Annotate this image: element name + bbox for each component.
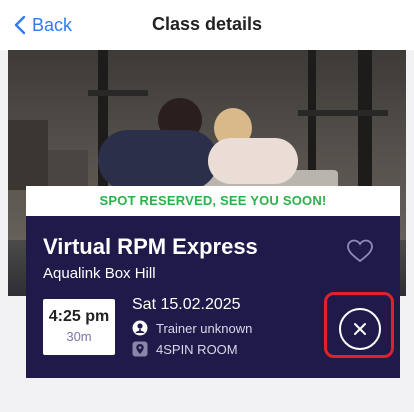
time-box: 4:25 pm 30m (43, 299, 115, 355)
room-row: 4SPIN ROOM (132, 341, 238, 357)
trainer-row: Trainer unknown (132, 320, 252, 336)
class-date: Sat 15.02.2025 (132, 296, 241, 313)
trainer-icon (132, 320, 148, 336)
room-name: 4SPIN ROOM (156, 341, 238, 357)
nav-bar: Back Class details (0, 0, 414, 50)
reservation-banner: SPOT RESERVED, SEE YOU SOON! (26, 186, 400, 216)
class-duration: 30m (66, 329, 92, 344)
class-time: 4:25 pm (48, 308, 110, 325)
trainer-name: Trainer unknown (156, 320, 253, 336)
close-icon (354, 323, 366, 335)
class-card: Virtual RPM Express Aqualink Box Hill 4:… (26, 216, 400, 378)
page-title: Class details (151, 14, 263, 34)
venue-name: Aqualink Box Hill (43, 265, 156, 282)
location-pin-icon (132, 341, 148, 357)
heart-icon[interactable] (346, 238, 374, 264)
class-title: Virtual RPM Express (43, 234, 258, 259)
cancel-booking-button[interactable] (339, 308, 381, 350)
